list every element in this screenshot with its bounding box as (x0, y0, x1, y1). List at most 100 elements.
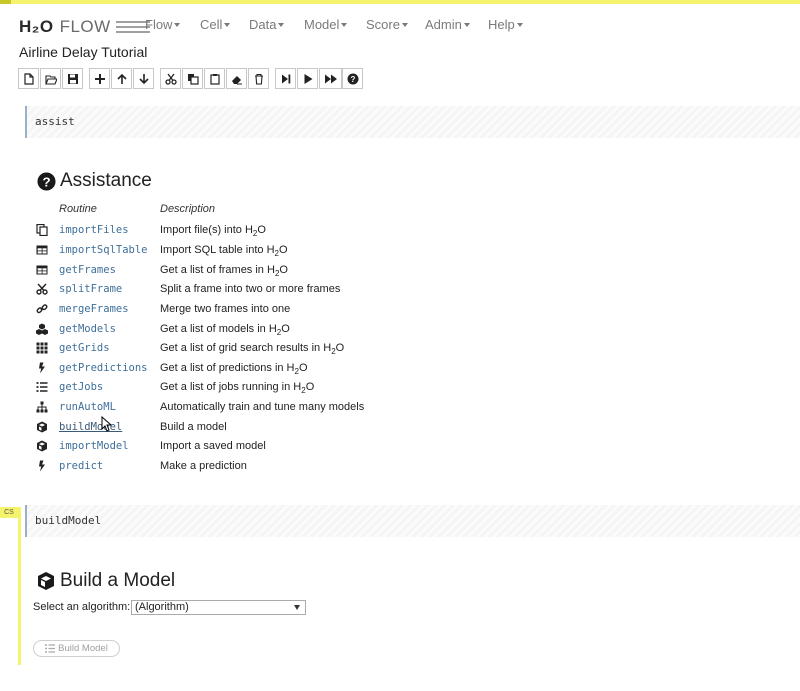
description-text: Import a saved model (160, 440, 266, 452)
description-text: Get a list of grid search results in H (160, 342, 332, 354)
menu-data[interactable]: Data (249, 17, 284, 32)
description-suffix: O (298, 362, 308, 374)
menu-help[interactable]: Help (488, 17, 523, 32)
help-button[interactable]: ? (342, 68, 363, 89)
description-text: Import file(s) into H (160, 224, 253, 236)
description-text: Automatically train and tune many models (160, 401, 365, 413)
routine-link-getModels[interactable]: getModels (59, 323, 116, 335)
description-suffix: O (279, 244, 288, 256)
menu-cell[interactable]: Cell (200, 17, 230, 32)
routine-link-getJobs[interactable]: getJobs (59, 381, 103, 393)
move-up-icon (116, 73, 127, 84)
copy-cell-button[interactable] (182, 68, 203, 89)
active-cell-bar (18, 507, 21, 665)
save-icon (67, 73, 78, 84)
routine-link-importModel[interactable]: importModel (59, 440, 129, 452)
insert-cell-button[interactable] (89, 68, 110, 89)
routine-link-splitFrame[interactable]: splitFrame (59, 283, 122, 295)
routine-row-splitFrame: splitFrame Split a frame into two or more… (35, 281, 435, 299)
save-notebook-button[interactable] (62, 68, 83, 89)
description-text: Get a list of predictions in H (160, 362, 295, 374)
algorithm-select[interactable]: (Algorithm) (131, 600, 306, 615)
tasks-icon (36, 381, 48, 393)
routine-description: Get a list of predictions in H2O (160, 362, 308, 376)
scissors-icon (36, 283, 48, 295)
routine-link-getPredictions[interactable]: getPredictions (59, 362, 148, 374)
table-icon (36, 244, 48, 256)
routine-row-getJobs: getJobs Get a list of jobs running in H2O (35, 379, 435, 397)
build-model-button-label: Build Model (58, 643, 108, 654)
menu-admin[interactable]: Admin (425, 17, 470, 32)
tasks-icon (45, 644, 56, 653)
add-cell-icon (94, 73, 105, 84)
link-icon (36, 303, 48, 315)
routine-link-getGrids[interactable]: getGrids (59, 342, 110, 354)
logo-flow: FLOW (59, 17, 111, 36)
description-header: Description (160, 203, 216, 215)
help-icon: ? (347, 73, 358, 84)
routine-description: Get a list of jobs running in H2O (160, 381, 314, 395)
description-suffix: O (335, 342, 345, 354)
move-cell-down-button[interactable] (133, 68, 154, 89)
routine-link-mergeFrames[interactable]: mergeFrames (59, 303, 129, 315)
description-text: Make a prediction (160, 460, 247, 472)
assistance-title: Assistance (60, 170, 152, 191)
clear-output-icon (231, 75, 242, 84)
bolt-icon (36, 460, 48, 472)
routine-link-importSqlTable[interactable]: importSqlTable (59, 244, 148, 256)
run-to-cursor-icon (281, 74, 290, 83)
run-icon (304, 73, 312, 84)
new-file-icon (23, 72, 34, 85)
routine-row-buildModel: buildModel Build a model (35, 419, 435, 437)
build-model-button[interactable]: Build Model (33, 640, 120, 657)
paste-cell-button[interactable] (204, 68, 225, 89)
mouse-cursor-icon (101, 416, 113, 432)
assist-cell-code: assist (35, 115, 75, 128)
description-suffix: O (257, 224, 266, 236)
routine-description: Split a frame into two or more frames (160, 283, 340, 295)
navbar: H₂O FLOW Flow Cell Data Model Score Admi… (0, 4, 800, 40)
cut-cell-button[interactable] (160, 68, 181, 89)
routine-description: Get a list of grid search results in H2O (160, 342, 344, 356)
routine-row-mergeFrames: mergeFrames Merge two frames into one (35, 301, 435, 319)
routine-description: Import SQL table into H2O (160, 244, 288, 258)
description-text: Get a list of frames in H (160, 264, 275, 276)
routine-link-runAutoML[interactable]: runAutoML (59, 401, 116, 413)
menu-score[interactable]: Score (366, 17, 408, 32)
routine-link-importFiles[interactable]: importFiles (59, 224, 129, 236)
menu-flow[interactable]: Flow (145, 17, 180, 32)
routine-link-predict[interactable]: predict (59, 460, 103, 472)
new-notebook-button[interactable] (18, 68, 39, 89)
delete-cell-button[interactable] (248, 68, 269, 89)
description-text: Split a frame into two or more frames (160, 283, 341, 295)
assistance-heading: ? Assistance (37, 170, 152, 192)
cube-icon (38, 572, 54, 590)
svg-text:?: ? (42, 174, 50, 189)
routine-row-getGrids: getGrids Get a list of grid search result… (35, 340, 435, 358)
move-down-icon (138, 73, 149, 84)
logo-h2o: H₂O (19, 17, 54, 36)
buildmodel-cell-input[interactable]: buildModel (25, 505, 800, 537)
delete-icon (254, 73, 263, 85)
buildmodel-cell-code: buildModel (35, 514, 102, 527)
assist-cell-input[interactable]: assist (25, 106, 800, 138)
description-suffix: O (279, 264, 288, 276)
routine-link-getFrames[interactable]: getFrames (59, 264, 116, 276)
run-all-icon (324, 74, 337, 83)
move-cell-up-button[interactable] (111, 68, 132, 89)
notebook-title[interactable]: Airline Delay Tutorial (19, 44, 147, 60)
routine-description: Get a list of models in H2O (160, 323, 290, 337)
grid-icon (36, 342, 48, 354)
clear-cell-button[interactable] (226, 68, 247, 89)
run-to-cursor-button[interactable] (275, 68, 296, 89)
menu-model[interactable]: Model (304, 17, 347, 32)
copy-icon (187, 73, 199, 85)
routine-header: Routine (59, 203, 97, 215)
cubes-icon (36, 323, 48, 335)
build-model-heading: Build a Model (36, 570, 175, 592)
open-notebook-button[interactable] (40, 68, 61, 89)
h2o-flow-logo[interactable]: H₂O FLOW (19, 14, 150, 40)
description-text: Get a list of jobs running in H (160, 381, 302, 393)
run-cell-button[interactable] (297, 68, 318, 89)
run-all-button[interactable] (319, 68, 342, 89)
